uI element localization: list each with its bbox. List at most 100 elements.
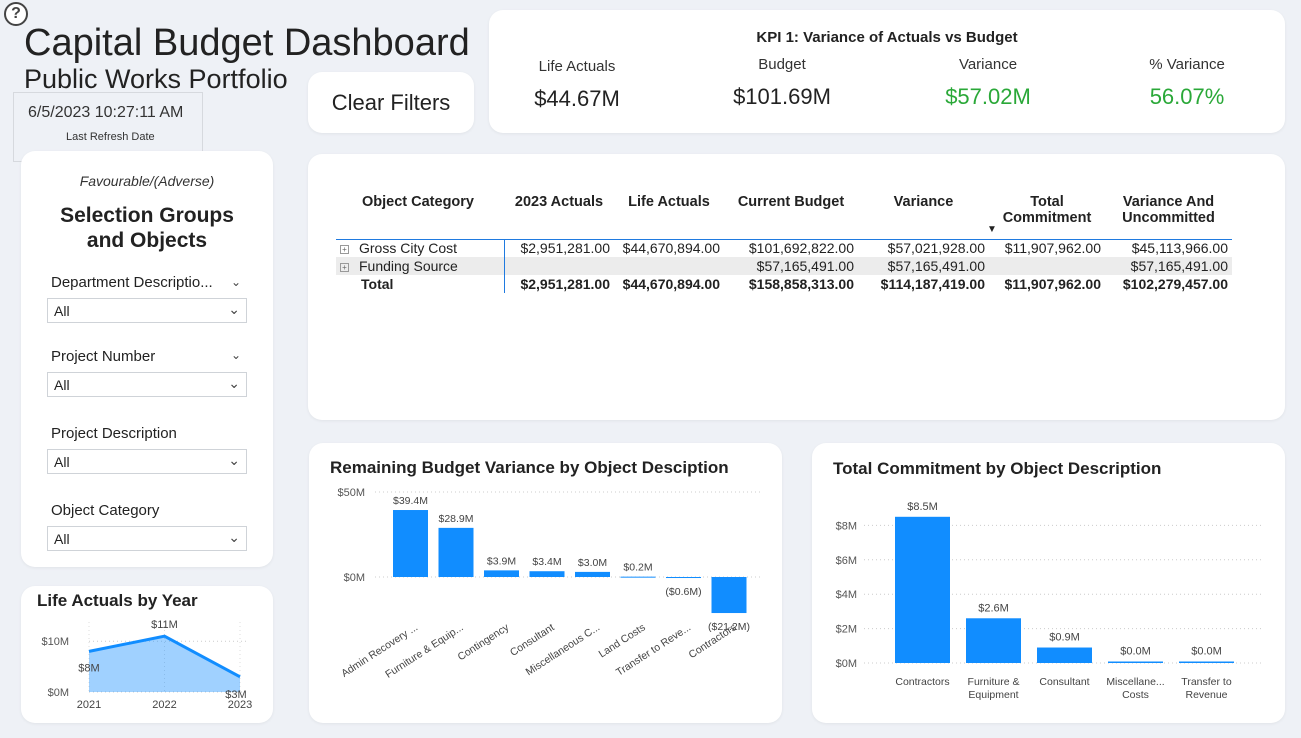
variance-chart: $0M $50M $39.4M Admin Recovery ... $28.9M Fur… xyxy=(337,487,761,681)
slicer-title-line1: Selection Groups xyxy=(60,204,234,227)
col-header[interactable]: Variance xyxy=(858,194,989,240)
life-actuals-chart: $0M$10M$8M2021$11M2022$3M2023 xyxy=(41,619,252,711)
table-cell: $11,907,962.00 xyxy=(1004,240,1101,257)
total-row: Total $2,951,281.00 $44,670,894.00 $158,… xyxy=(336,275,1232,293)
chevron-down-icon: ⌄ xyxy=(228,375,240,391)
kpi-label: % Variance xyxy=(1149,56,1225,73)
y-tick-label: $10M xyxy=(41,636,69,648)
kpi-label: Life Actuals xyxy=(538,58,616,75)
object-category-dropdown[interactable]: All ⌄ xyxy=(47,526,247,551)
y-tick-label: $2M xyxy=(836,624,857,636)
page-title: Capital Budget Dashboard xyxy=(24,22,470,64)
slicer-title-line2: and Objects xyxy=(86,229,208,252)
data-label: $0.0M xyxy=(1191,646,1222,658)
data-label: $3.9M xyxy=(487,555,516,567)
slicer-label-department: Department Descriptio... xyxy=(51,274,213,291)
x-tick-label: Equipment xyxy=(968,689,1018,701)
slicer-label-project-description: Project Description xyxy=(51,425,177,442)
y-tick-label: $0M xyxy=(344,572,365,584)
kpi-value: $101.69M xyxy=(733,84,831,109)
kpi-budget: Budget $101.69M xyxy=(692,54,872,110)
col-header[interactable]: Total Commitment ▼ xyxy=(987,194,1105,240)
kpi-variance: Variance $57.02M xyxy=(898,54,1078,110)
data-label: $28.9M xyxy=(438,513,473,525)
y-tick-label: $0M xyxy=(48,687,69,699)
dropdown-value: All xyxy=(54,531,70,547)
kpi-label: Variance xyxy=(958,56,1018,73)
table-cell: $2,951,281.00 xyxy=(520,276,610,292)
matrix-table: Object Category 2023 Actuals Life Actual… xyxy=(336,194,1232,293)
col-header-label: Total Commitment xyxy=(1002,194,1092,226)
matrix-card: Object Category 2023 Actuals Life Actual… xyxy=(308,154,1285,420)
y-tick-label: $8M xyxy=(836,520,857,532)
table-cell: $44,670,894.00 xyxy=(622,240,720,257)
table-cell: $158,858,313.00 xyxy=(748,276,854,292)
data-label: $8M xyxy=(78,662,99,674)
col-header[interactable]: Variance And Uncommitted xyxy=(1105,194,1232,240)
x-tick-label: Revenue xyxy=(1185,689,1227,701)
kpi-value: $57.02M xyxy=(945,84,1031,109)
expand-icon[interactable]: + xyxy=(340,262,349,272)
expand-icon[interactable]: + xyxy=(340,245,349,255)
table-cell: $101,692,822.00 xyxy=(748,240,854,257)
col-header[interactable]: 2023 Actuals xyxy=(504,194,614,240)
data-label: $8.5M xyxy=(907,501,938,513)
data-label: $3.0M xyxy=(578,557,607,569)
col-header[interactable]: Life Actuals xyxy=(614,194,724,240)
life-actuals-card: Life Actuals by Year $0M $10M $8M 2021 $11M 2… xyxy=(21,586,273,723)
x-tick-label: Miscellane... xyxy=(1106,676,1164,688)
commitment-chart-card: Total Commitment by Object Description $… xyxy=(812,443,1285,723)
clear-filters-button[interactable]: Clear Filters xyxy=(308,72,474,133)
bar xyxy=(1179,661,1234,663)
row-label: Total xyxy=(361,276,394,292)
table-cell: $11,907,962.00 xyxy=(1004,276,1101,292)
table-cell xyxy=(504,257,614,275)
table-row[interactable]: + Funding Source $57,165,491.00 $57,165,4… xyxy=(336,257,1232,275)
x-tick-label: Admin Recovery ... xyxy=(339,621,420,679)
project-number-dropdown[interactable]: All ⌄ xyxy=(47,372,247,397)
refresh-label: Last Refresh Date xyxy=(66,131,155,143)
department-dropdown[interactable]: All ⌄ xyxy=(47,298,247,323)
table-cell xyxy=(989,257,1105,275)
data-label: $2.6M xyxy=(978,602,1009,614)
data-label: $0.9M xyxy=(1049,632,1080,644)
col-header-label: Variance And Uncommitted xyxy=(1122,194,1215,226)
slicer-panel: Favourable/(Adverse) Selection Groups an… xyxy=(21,151,273,567)
chevron-down-icon[interactable]: ⌄ xyxy=(231,348,241,362)
x-tick-label: 2021 xyxy=(77,699,101,711)
col-header[interactable]: Current Budget xyxy=(724,194,858,240)
bar xyxy=(484,570,519,577)
project-description-dropdown[interactable]: All ⌄ xyxy=(47,449,247,474)
chevron-down-icon: ⌄ xyxy=(228,529,240,545)
dropdown-value: All xyxy=(54,303,70,319)
col-header[interactable]: Object Category xyxy=(336,194,504,240)
kpi-value: $44.67M xyxy=(534,86,620,111)
x-tick-label: Costs xyxy=(1122,689,1149,701)
slicer-heading: Favourable/(Adverse) xyxy=(79,173,215,189)
row-header: + Funding Source xyxy=(336,257,505,275)
bar xyxy=(438,527,474,577)
x-tick-label: 2022 xyxy=(152,699,176,711)
chevron-down-icon[interactable]: ⌄ xyxy=(231,275,241,289)
bar xyxy=(711,577,747,614)
table-row[interactable]: + Gross City Cost $2,951,281.00 $44,670,8… xyxy=(336,239,1232,257)
data-label: $0.0M xyxy=(1120,646,1151,658)
chevron-down-icon: ⌄ xyxy=(228,452,240,468)
slicer-label-object-category: Object Category xyxy=(51,502,160,519)
bar xyxy=(393,510,428,577)
variance-chart-card: Remaining Budget Variance by Object Desc… xyxy=(309,443,782,723)
slicer-title: Selection Groups and Objects xyxy=(21,203,273,253)
bar xyxy=(620,576,656,578)
dropdown-value: All xyxy=(54,377,70,393)
x-tick-label: Contractors xyxy=(895,676,949,688)
kpi-title: KPI 1: Variance of Actuals vs Budget xyxy=(756,29,1018,46)
table-cell: $57,165,491.00 xyxy=(1105,257,1232,275)
table-cell: $57,021,928.00 xyxy=(887,240,985,257)
dropdown-value: All xyxy=(54,454,70,470)
table-cell: $114,187,419.00 xyxy=(880,276,985,292)
table-cell: $45,113,966.00 xyxy=(1131,240,1228,257)
y-tick-label: $0M xyxy=(836,658,857,670)
kpi-label: Budget xyxy=(758,56,806,73)
data-label: $3.4M xyxy=(532,556,561,568)
bar xyxy=(1108,661,1163,663)
